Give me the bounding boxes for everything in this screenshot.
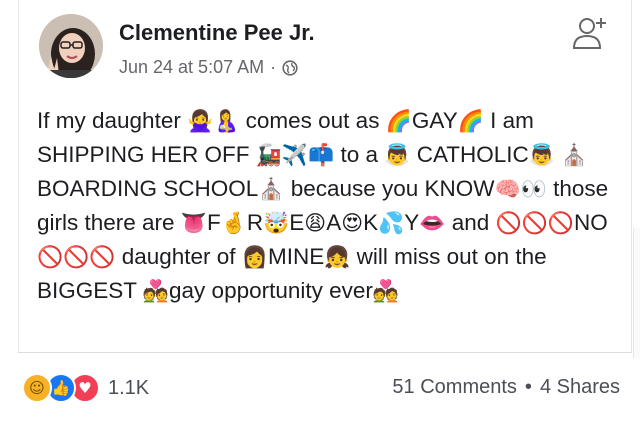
post-emoji: 😩 (304, 211, 327, 235)
post-body: If my daughter 🙅‍♀️🤱 comes out as 🌈GAY🌈 … (37, 104, 621, 308)
post-author[interactable]: Clementine Pee Jr. (119, 20, 315, 46)
post-emoji: 💦 (378, 211, 405, 235)
globe-icon[interactable] (282, 59, 298, 76)
scrollbar[interactable] (633, 228, 640, 358)
post-text-segment: K (363, 210, 379, 235)
stats-separator: • (524, 376, 532, 398)
post-emoji: 🚫🚫🚫 (37, 245, 116, 269)
post-text-segment: E (289, 210, 305, 235)
post-text-segment: R (246, 210, 264, 235)
post-text-segment: MINE (267, 244, 325, 269)
post-emoji: ⛪ (258, 177, 285, 201)
add-friend-icon[interactable] (571, 14, 609, 52)
post-card: Clementine Pee Jr. Jun 24 at 5:07 AM · I… (18, 0, 632, 353)
post-emoji: ⛪ (561, 143, 588, 167)
post-text-segment: A (326, 210, 342, 235)
post-emoji: 👼 (528, 143, 555, 167)
post-text-segment: to a (334, 142, 385, 167)
comments-link[interactable]: 51 Comments (392, 376, 517, 399)
meta-separator: · (270, 57, 277, 77)
post-text-segment: If my daughter (37, 108, 188, 133)
post-emoji: 🤯 (263, 211, 290, 235)
shares-link[interactable]: 4 Shares (540, 376, 620, 399)
post-emoji: 😍 (341, 211, 364, 235)
post-text-segment: comes out as (239, 108, 386, 133)
post-text-segment: NO (573, 210, 608, 235)
post-text-segment: because you KNOW (284, 176, 495, 201)
post-emoji: 💑 (372, 279, 400, 303)
reaction-count: 1.1K (108, 376, 150, 399)
post-meta: Jun 24 at 5:07 AM · (119, 57, 298, 78)
post-text-segment: BOARDING SCHOOL (37, 176, 259, 201)
post-text-segment: CATHOLIC (410, 142, 529, 167)
post-footer: ☺ 👍 ♥ 1.1K 51 Comments • 4 Shares (0, 370, 640, 410)
post-emoji: 🙅‍♀️🤱 (187, 109, 240, 133)
post-emoji: 👼 (384, 143, 411, 167)
post-text-segment: Y (404, 210, 420, 235)
haha-icon: ☺ (22, 373, 52, 403)
post-text-segment: GAY (411, 108, 458, 133)
profile-photo (39, 14, 103, 78)
post-emoji: 👄 (419, 211, 446, 235)
post-emoji: 🧠👀 (494, 177, 547, 201)
post-emoji: 👧 (324, 245, 351, 269)
post-text-segment: daughter of (115, 244, 242, 269)
post-emoji: 💑 (142, 279, 170, 303)
engagement-stats: 51 Comments • 4 Shares (392, 376, 620, 399)
post-emoji: 👩 (241, 245, 268, 269)
post-emoji: 🚂✈️📫 (255, 143, 335, 167)
post-text-segment: and (445, 210, 496, 235)
post-timestamp[interactable]: Jun 24 at 5:07 AM (119, 57, 264, 78)
post-emoji: 👅 (180, 211, 207, 235)
post-emoji: 🌈 (385, 109, 412, 133)
post-emoji: 🤞 (220, 211, 247, 235)
post-text-segment: gay opportunity ever (169, 278, 373, 303)
avatar[interactable] (39, 14, 103, 78)
post-emoji: 🚫🚫🚫 (495, 211, 574, 235)
reaction-summary[interactable]: ☺ 👍 ♥ 1.1K (22, 373, 149, 403)
post-text-segment: F (206, 210, 221, 235)
post-emoji: 🌈 (457, 109, 484, 133)
